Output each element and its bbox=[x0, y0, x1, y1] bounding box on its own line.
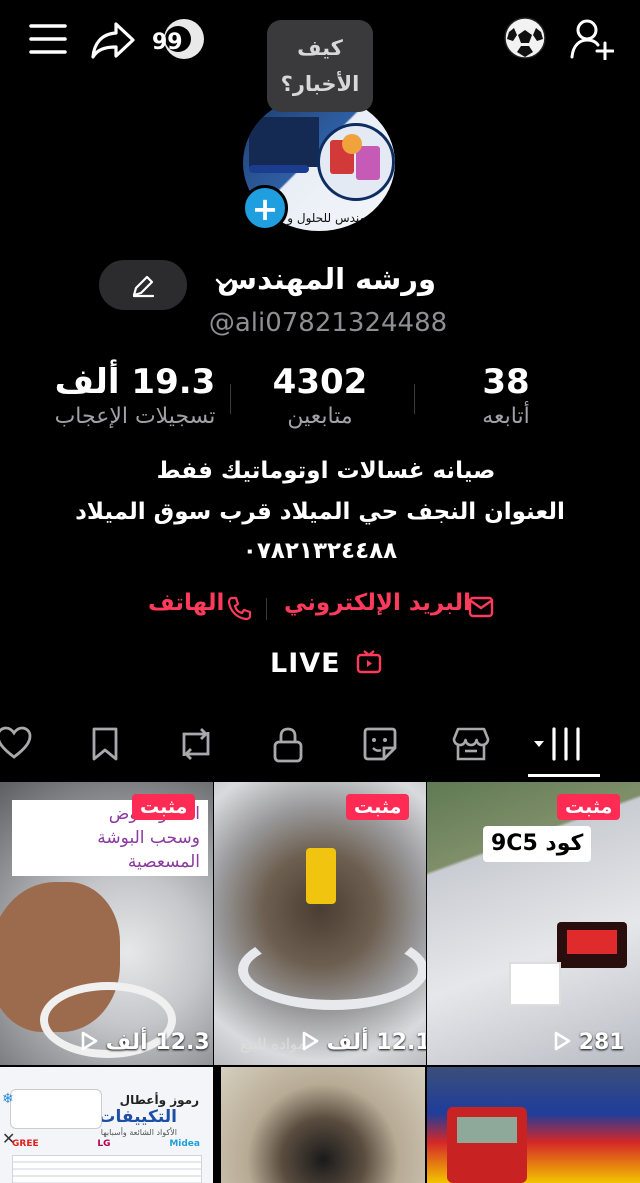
view-count: 12.3 ألف bbox=[80, 1030, 210, 1055]
view-count-value: 281 bbox=[578, 1030, 625, 1055]
menu-icon[interactable] bbox=[28, 22, 68, 56]
status-bubble-line1: كيف bbox=[297, 36, 343, 60]
video-tile[interactable] bbox=[427, 1067, 640, 1183]
stat-likes-label: تسجيلات الإعجاب bbox=[54, 404, 216, 429]
add-avatar-button[interactable]: + bbox=[242, 185, 288, 231]
brand-label: GREE bbox=[12, 1139, 39, 1149]
email-link[interactable]: البريد الإلكتروني bbox=[284, 590, 496, 626]
stat-followers-label: متابعين bbox=[287, 404, 353, 429]
stat-following-label: أتابعه bbox=[482, 404, 530, 429]
bio-line-2: العنوان النجف حي الميلاد قرب سوق الميلاد bbox=[75, 499, 565, 525]
add-friend-icon[interactable] bbox=[570, 18, 614, 60]
view-count-value: 12.3 ألف bbox=[105, 1030, 210, 1055]
display-digits-graphic bbox=[567, 930, 617, 954]
play-icon bbox=[81, 1031, 98, 1051]
video-overlay-line1: رموز وأعطال bbox=[119, 1093, 199, 1107]
stat-likes[interactable]: 19.3 ألف تسجيلات الإعجاب bbox=[30, 362, 240, 429]
samsung-logo-graphic bbox=[249, 165, 309, 173]
live-button[interactable]: LIVE bbox=[270, 648, 383, 679]
soccer-ball-icon[interactable] bbox=[503, 16, 547, 60]
view-count: 12.1 ألف bbox=[301, 1030, 426, 1055]
avatar-banner-graphic bbox=[249, 117, 319, 167]
links-divider bbox=[266, 598, 267, 620]
video-overlay-text: كود 9C5 bbox=[483, 826, 592, 862]
stat-following[interactable]: 38 أتابعه bbox=[456, 362, 556, 429]
video-tile[interactable] bbox=[221, 1067, 425, 1183]
profile-name[interactable]: ورشه المهندس bbox=[0, 262, 436, 296]
stats-divider bbox=[414, 384, 415, 414]
active-tab-indicator bbox=[528, 774, 600, 777]
tab-favorites-bookmark-icon[interactable] bbox=[90, 726, 120, 762]
play-icon bbox=[302, 1031, 319, 1051]
pinned-badge: مثبت bbox=[557, 794, 621, 820]
mail-icon bbox=[468, 596, 494, 618]
play-icon bbox=[554, 1031, 571, 1051]
share-icon[interactable] bbox=[90, 20, 136, 60]
view-count: 281 bbox=[553, 1030, 625, 1055]
tab-videos-grid-icon[interactable] bbox=[532, 726, 584, 762]
brand-label: LG bbox=[97, 1139, 111, 1149]
stat-followers-value: 4302 bbox=[272, 362, 368, 402]
motor-part-graphic bbox=[306, 848, 336, 904]
contact-links: البريد الإلكتروني الهاتف bbox=[0, 590, 640, 626]
video-tile[interactable]: مثبت مواده للبيع 12.1 ألف bbox=[214, 782, 426, 1065]
tab-stickers-icon[interactable] bbox=[362, 726, 398, 762]
stat-likes-value: 19.3 ألف bbox=[54, 362, 216, 402]
tab-private-lock-icon[interactable] bbox=[272, 726, 304, 764]
pinned-badge: مثبت bbox=[346, 794, 410, 820]
email-link-label: البريد الإلكتروني bbox=[284, 590, 472, 616]
phone-link-label: الهاتف bbox=[148, 590, 225, 616]
tab-shop-icon[interactable] bbox=[452, 726, 490, 762]
live-label: LIVE bbox=[270, 648, 341, 679]
quote-badge-icon[interactable]: 99 bbox=[150, 16, 206, 62]
profile-handle: @ali07821324488 bbox=[208, 308, 448, 338]
brand-label: Midea bbox=[169, 1139, 200, 1149]
bio-line-1: صيانه غسالات اوتوماتيك ففط bbox=[156, 458, 496, 484]
video-overlay-line2: وسحب البوشة المسعصية bbox=[97, 828, 200, 872]
video-tile[interactable]: كود 9C5 مثبت 281 bbox=[427, 782, 640, 1065]
quote-badge-text: 99 bbox=[152, 30, 183, 55]
status-bubble[interactable]: كيف الأخبار؟ bbox=[267, 20, 373, 112]
video-tile[interactable]: رموز وأعطال التكييفات الأكواد الشائعة وأ… bbox=[0, 1067, 213, 1183]
video-overlay-text: مواده للبيع bbox=[240, 1035, 306, 1053]
tab-reposts-icon[interactable] bbox=[176, 726, 216, 762]
brand-row: GREE LG Midea bbox=[12, 1139, 200, 1155]
phone-icon bbox=[227, 596, 252, 621]
status-bubble-line2: الأخبار؟ bbox=[280, 72, 360, 96]
stat-followers[interactable]: 4302 متابعين bbox=[250, 362, 390, 429]
washing-machine-graphic bbox=[317, 123, 395, 201]
video-tile[interactable]: اطه والحوض وسحب البوشة المسعصية مثبت 12.… bbox=[0, 782, 213, 1065]
stat-following-value: 38 bbox=[482, 362, 530, 402]
phone-link[interactable]: الهاتف bbox=[148, 590, 252, 626]
multimeter-screen-graphic bbox=[457, 1117, 517, 1143]
video-overlay-line2: التكييفات bbox=[98, 1107, 177, 1127]
view-count-value: 12.1 ألف bbox=[326, 1030, 426, 1055]
video-overlay-subtitle: الأكواد الشائعة وأسبابها bbox=[100, 1128, 177, 1137]
drum-ring-graphic bbox=[238, 930, 426, 1010]
live-tv-icon bbox=[356, 650, 382, 674]
snowflake-icon: ❄ bbox=[2, 1091, 14, 1107]
qr-sticker-graphic bbox=[509, 962, 561, 1006]
codes-table-graphic bbox=[12, 1155, 202, 1183]
tab-liked-heart-icon[interactable] bbox=[0, 726, 32, 760]
pinned-badge: مثبت bbox=[132, 794, 196, 820]
bio-line-3: ٠٧٨٢١٣٢٤٤٨٨ bbox=[242, 538, 398, 564]
ac-unit-graphic bbox=[10, 1089, 102, 1129]
